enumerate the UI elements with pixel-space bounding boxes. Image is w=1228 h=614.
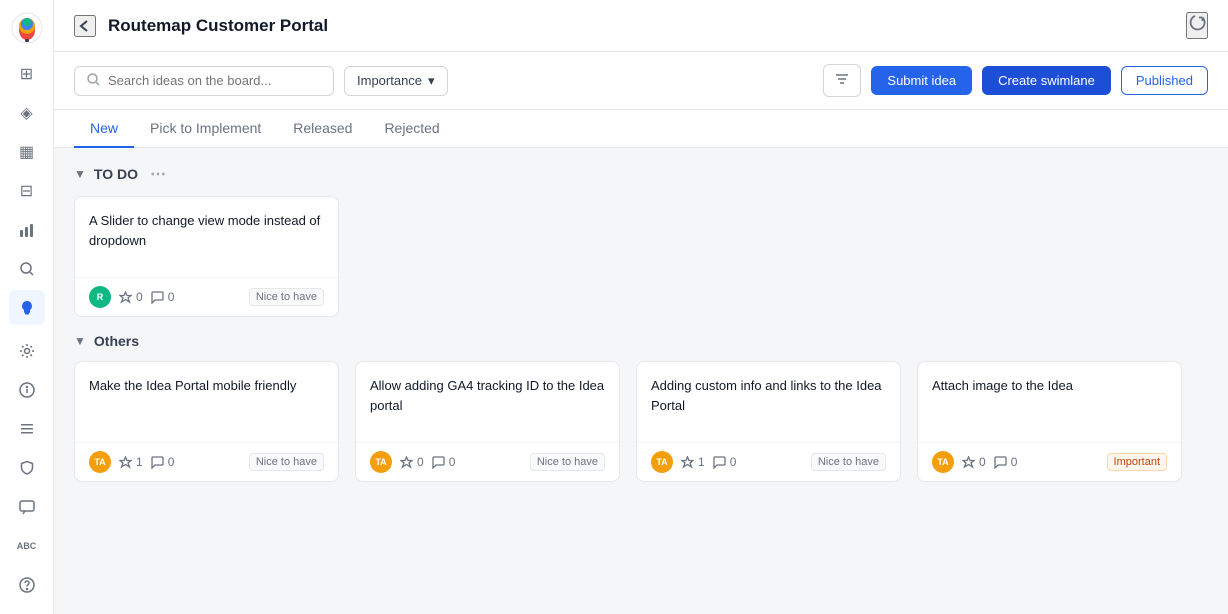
card-footer: R 0 0 Nice to have [75,277,338,316]
chat-icon[interactable] [9,489,45,524]
comment-count: 0 [713,455,737,469]
card-footer: TA 1 0 Nice to have [637,442,900,481]
card-body: A Slider to change view mode instead of … [75,197,338,277]
card-title: Make the Idea Portal mobile friendly [89,376,324,396]
importance-label: Importance [357,73,422,88]
search-input[interactable] [108,73,321,88]
tab-rejected[interactable]: Rejected [368,110,455,148]
create-swimlane-button[interactable]: Create swimlane [982,66,1111,95]
card-tag: Nice to have [530,453,605,471]
card-title: Attach image to the Idea [932,376,1167,396]
card-footer: TA 0 0 Important [918,442,1181,481]
avatar: TA [370,451,392,473]
vote-number: 1 [698,455,705,469]
app-logo[interactable] [11,12,43,44]
vote-count: 0 [400,455,424,469]
card-body: Make the Idea Portal mobile friendly [75,362,338,442]
board-content: ▼ TO DO ⋯ A Slider to change view mode i… [54,148,1228,614]
comment-count: 0 [994,455,1018,469]
vote-count: 0 [119,290,143,304]
todo-cards: A Slider to change view mode instead of … [74,196,1208,317]
comment-number: 0 [168,455,175,469]
others-section-header: ▼ Others [74,317,1208,361]
todo-more-button[interactable]: ⋯ [150,164,166,184]
others-toggle[interactable]: ▼ [74,334,86,348]
refresh-button[interactable] [1186,12,1208,39]
tag-icon[interactable]: ◈ [9,95,45,130]
tab-bar: New Pick to Implement Released Rejected [54,110,1228,148]
card-tag: Nice to have [249,453,324,471]
card-footer: TA 0 0 Nice to have [356,442,619,481]
sidebar: ⊞ ◈ ▦ ⊟ [0,0,54,614]
card-tag: Nice to have [811,453,886,471]
todo-toggle[interactable]: ▼ [74,167,86,181]
card-body: Adding custom info and links to the Idea… [637,362,900,442]
vote-number: 1 [136,455,143,469]
comment-count: 0 [432,455,456,469]
tab-pick-to-implement[interactable]: Pick to Implement [134,110,277,148]
avatar: R [89,286,111,308]
comment-number: 0 [730,455,737,469]
list-icon[interactable] [9,411,45,446]
vote-number: 0 [136,290,143,304]
search-nav-icon[interactable] [9,251,45,286]
card-custom-info[interactable]: Adding custom info and links to the Idea… [636,361,901,482]
vote-number: 0 [979,455,986,469]
shield-icon[interactable] [9,450,45,485]
grid-icon[interactable]: ⊞ [9,56,45,91]
card-slider[interactable]: A Slider to change view mode instead of … [74,196,339,317]
chart-icon[interactable] [9,212,45,247]
vote-count: 1 [119,455,143,469]
card-ga4-tracking[interactable]: Allow adding GA4 tracking ID to the Idea… [355,361,620,482]
tab-released[interactable]: Released [277,110,368,148]
filter-button[interactable] [823,64,861,97]
card-attach-image[interactable]: Attach image to the Idea TA 0 0 [917,361,1182,482]
card-body: Allow adding GA4 tracking ID to the Idea… [356,362,619,442]
gear-icon[interactable] [9,333,45,368]
card-tag: Important [1107,453,1167,471]
importance-dropdown[interactable]: Importance ▾ [344,66,448,96]
info-icon[interactable] [9,372,45,407]
card-body: Attach image to the Idea [918,362,1181,442]
comment-count: 0 [151,455,175,469]
toolbar: Importance ▾ Submit idea Create swimlane… [54,52,1228,110]
blocks-icon[interactable]: ⊟ [9,173,45,208]
table-icon[interactable]: ▦ [9,134,45,169]
card-title: A Slider to change view mode instead of … [89,211,324,250]
comment-number: 0 [1011,455,1018,469]
vote-count: 0 [962,455,986,469]
search-box[interactable] [74,66,334,96]
submit-idea-button[interactable]: Submit idea [871,66,972,95]
card-mobile-friendly[interactable]: Make the Idea Portal mobile friendly TA … [74,361,339,482]
page-title: Routemap Customer Portal [108,16,1174,36]
published-button[interactable]: Published [1121,66,1208,95]
main-content: Routemap Customer Portal Importance ▾ [54,0,1228,614]
todo-section-header: ▼ TO DO ⋯ [74,148,1208,196]
page-header: Routemap Customer Portal [54,0,1228,52]
dropdown-icon: ▾ [428,73,435,89]
comment-number: 0 [449,455,456,469]
others-label: Others [94,333,139,349]
card-title: Adding custom info and links to the Idea… [651,376,886,415]
bulb-icon[interactable] [9,290,45,325]
comment-number: 0 [168,290,175,304]
avatar: TA [932,451,954,473]
search-icon [87,73,100,89]
card-tag: Nice to have [249,288,324,306]
help-icon[interactable] [9,567,45,602]
comment-count: 0 [151,290,175,304]
avatar: TA [651,451,673,473]
todo-label: TO DO [94,166,138,182]
vote-number: 0 [417,455,424,469]
vote-count: 1 [681,455,705,469]
tab-new[interactable]: New [74,110,134,148]
abc-icon[interactable]: ABC [9,528,45,563]
card-footer: TA 1 0 Nice to have [75,442,338,481]
card-title: Allow adding GA4 tracking ID to the Idea… [370,376,605,415]
avatar: TA [89,451,111,473]
back-button[interactable] [74,15,96,37]
others-cards: Make the Idea Portal mobile friendly TA … [74,361,1208,482]
